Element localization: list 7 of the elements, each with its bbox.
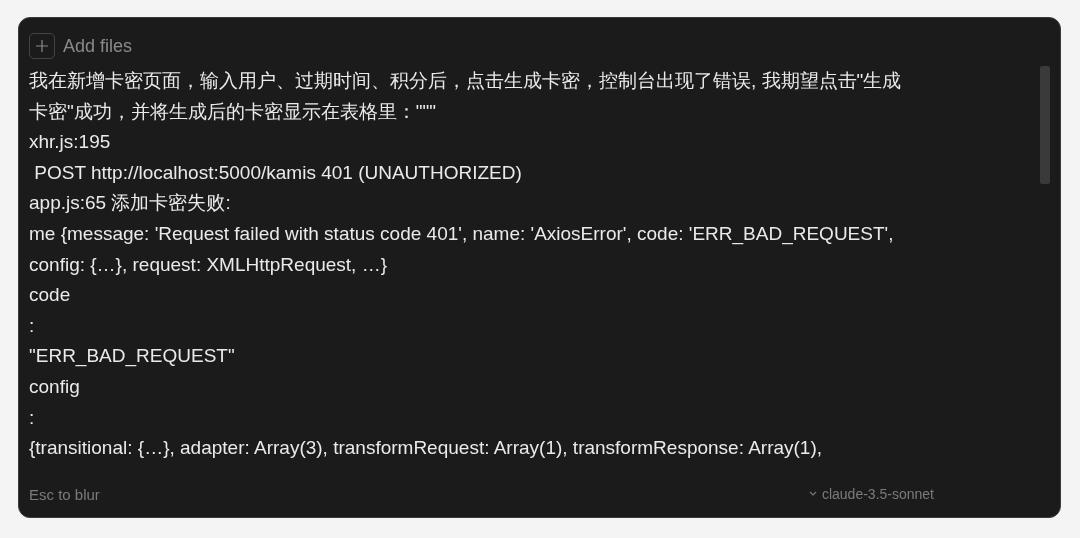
scrollbar[interactable] <box>1040 66 1050 184</box>
blur-hint: Esc to blur <box>29 485 100 503</box>
add-icon[interactable] <box>29 33 55 59</box>
prompt-field[interactable]: 我在新增卡密页面，输入用户、过期时间、积分后，点击生成卡密，控制台出现了错误, 我期望点击"生成 卡密"成功，并将生成后的卡密显示在表格里：""" xhr.js:195 POST http://localhost:5000/kamis 401 (UNAUTHORIZED) app.js:65 添加卡密失败: me {message: 'Request failed with status code 401', name: 'AxiosError', code: 'ERR_BAD_REQUEST', config: {…}, request: XMLHttpRequest, …} code : "ERR_BAD_REQUEST" config : {transitional: {…}, adapter: Array(3), transformRequest: Array(1), transformResponse: Array(1), <box>29 66 1040 483</box>
model-selector[interactable]: claude-3.5-sonnet <box>802 485 940 503</box>
add-files-label[interactable]: Add files <box>63 35 133 57</box>
caret-icon <box>808 491 817 497</box>
